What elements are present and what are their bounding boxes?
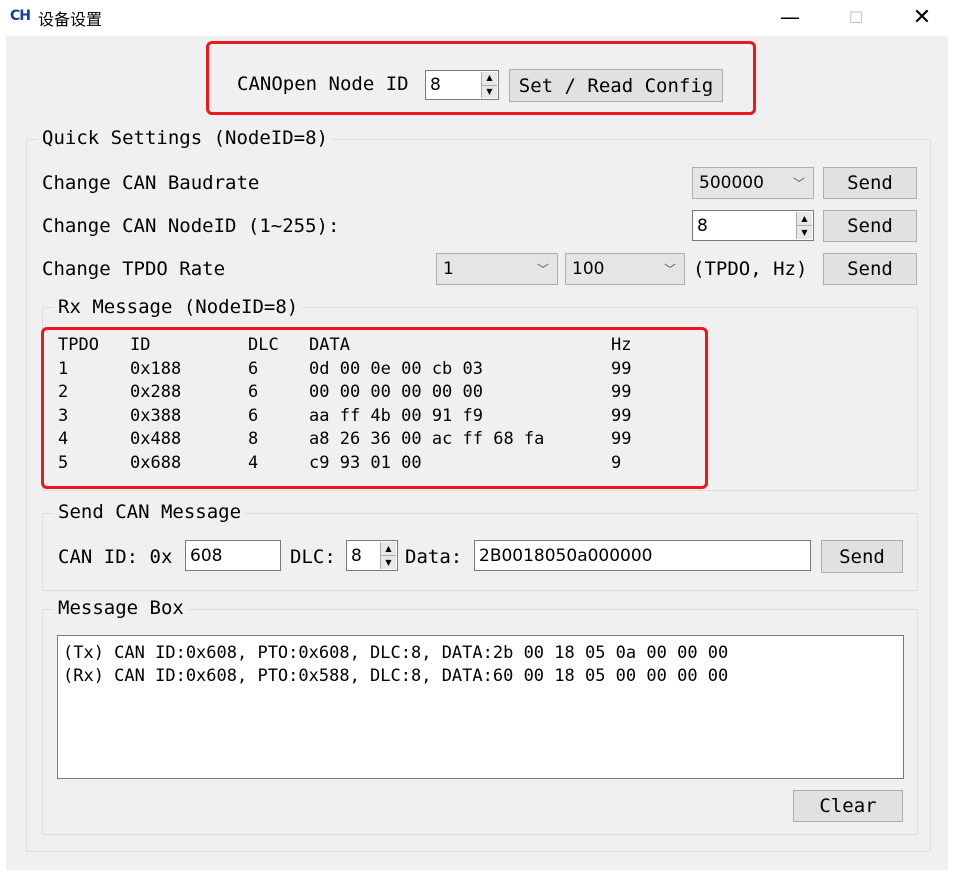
chevron-down-icon: ﹀ xyxy=(663,262,676,277)
table-row: 3 0x388 6 aa ff 4b 00 91 f9 99 xyxy=(58,405,658,429)
chevron-down-icon: ﹀ xyxy=(536,262,549,277)
quick-settings-title: Quick Settings (NodeID=8) xyxy=(38,127,332,149)
cell-hz: 99 xyxy=(611,405,632,426)
nodeid-change-label: Change CAN NodeID (1~255): xyxy=(42,215,340,237)
dlc-spinbox[interactable]: 8 ▲ ▼ xyxy=(346,540,398,571)
dlc-label: DLC: xyxy=(290,546,336,568)
tpdo-value: 1 xyxy=(443,259,454,279)
tpdo-rate-label: Change TPDO Rate xyxy=(42,258,226,280)
cell-hz: 99 xyxy=(611,358,632,379)
table-row: 2 0x288 6 00 00 00 00 00 00 99 xyxy=(58,381,658,405)
cell-tpdo: 4 xyxy=(58,429,69,449)
cell-dlc: 6 xyxy=(248,358,259,379)
header-tpdo: TPDO xyxy=(58,335,99,355)
cell-hz: 99 xyxy=(611,429,632,449)
header-hz: Hz xyxy=(611,335,632,355)
header-id: ID xyxy=(130,335,151,355)
cell-id: 0x388 xyxy=(130,405,182,426)
message-log[interactable]: (Tx) CAN ID:0x608, PTO:0x608, DLC:8, DAT… xyxy=(57,635,904,779)
cell-tpdo: 2 xyxy=(58,382,69,402)
header-data: DATA xyxy=(309,335,350,355)
send-baudrate-button[interactable]: Send xyxy=(823,167,917,199)
maximize-button[interactable]: ☐ xyxy=(826,0,886,34)
rx-table: TPDO ID DLC DATA Hz 1 0x188 6 0d 00 0e 0… xyxy=(58,334,658,475)
send-nodeid-button[interactable]: Send xyxy=(823,210,917,242)
minimize-button[interactable]: — xyxy=(760,0,820,34)
cell-id: 0x488 xyxy=(130,429,182,449)
cell-data: 00 00 00 00 00 00 xyxy=(309,382,483,402)
spin-down-icon[interactable]: ▼ xyxy=(797,225,812,239)
baudrate-label: Change CAN Baudrate xyxy=(42,172,260,194)
table-row: 4 0x488 8 a8 26 36 00 ac ff 68 fa 99 xyxy=(58,428,658,452)
set-read-config-button[interactable]: Set / Read Config xyxy=(509,69,723,102)
node-id-spin-buttons[interactable]: ▲ ▼ xyxy=(481,72,497,98)
cell-hz: 9 xyxy=(611,452,622,473)
baudrate-select[interactable]: 500000 ﹀ xyxy=(692,167,814,199)
header-dlc: DLC xyxy=(248,335,279,355)
cell-id: 0x288 xyxy=(130,382,182,402)
window-title: 设备设置 xyxy=(38,10,103,29)
cell-data: aa ff 4b 00 91 f9 xyxy=(309,405,483,426)
cell-dlc: 6 xyxy=(248,405,259,426)
baudrate-value: 500000 xyxy=(699,173,764,193)
cell-tpdo: 1 xyxy=(58,358,69,379)
cell-data: c9 93 01 00 xyxy=(309,452,422,473)
dlc-value: 8 xyxy=(351,545,362,566)
data-input[interactable]: 2B0018050a000000 xyxy=(474,540,811,571)
cell-dlc: 4 xyxy=(248,452,259,473)
node-id-label: CANOpen Node ID xyxy=(237,73,409,95)
app-icon: CH xyxy=(10,8,31,24)
data-value: 2B0018050a000000 xyxy=(479,545,653,566)
cell-id: 0x188 xyxy=(130,358,182,379)
send-message-button[interactable]: Send xyxy=(821,540,903,573)
cell-tpdo: 3 xyxy=(58,405,69,426)
can-id-value: 608 xyxy=(190,545,223,566)
spin-up-icon[interactable]: ▲ xyxy=(797,212,812,225)
rx-header-row: TPDO ID DLC DATA Hz xyxy=(58,334,658,358)
spin-down-icon[interactable]: ▼ xyxy=(381,555,396,569)
close-button[interactable]: ✕ xyxy=(892,0,952,34)
data-label: Data: xyxy=(405,546,463,568)
send-tpdo-rate-button[interactable]: Send xyxy=(823,253,917,285)
can-id-label: CAN ID: 0x xyxy=(58,546,173,568)
spin-up-icon[interactable]: ▲ xyxy=(482,72,497,85)
send-can-title: Send CAN Message xyxy=(54,501,246,523)
node-id-value: 8 xyxy=(430,75,441,95)
rate-value: 100 xyxy=(572,259,605,279)
node-id-spinbox[interactable]: 8 ▲ ▼ xyxy=(425,70,499,100)
cell-data: a8 26 36 00 ac ff 68 fa xyxy=(309,429,545,449)
spin-up-icon[interactable]: ▲ xyxy=(381,542,396,555)
tpdo-unit-label: (TPDO, Hz) xyxy=(693,258,808,280)
title-bar: CH 设备设置 — ☐ ✕ xyxy=(0,0,954,36)
cell-dlc: 6 xyxy=(248,382,259,402)
nodeid-change-spinbox[interactable]: 8 ▲ ▼ xyxy=(692,210,814,241)
clear-button[interactable]: Clear xyxy=(793,790,903,822)
rx-message-title: Rx Message (NodeID=8) xyxy=(54,296,303,318)
can-id-input[interactable]: 608 xyxy=(185,540,281,571)
log-line: (Tx) CAN ID:0x608, PTO:0x608, DLC:8, DAT… xyxy=(63,643,729,663)
cell-id: 0x688 xyxy=(130,452,182,473)
table-row: 5 0x688 4 c9 93 01 00 9 xyxy=(58,452,658,476)
nodeid-spin-buttons[interactable]: ▲ ▼ xyxy=(796,212,812,239)
cell-data: 0d 00 0e 00 cb 03 xyxy=(309,358,483,379)
message-box-title: Message Box xyxy=(54,597,188,619)
tpdo-select[interactable]: 1 ﹀ xyxy=(436,253,558,285)
cell-hz: 99 xyxy=(611,382,632,402)
spin-down-icon[interactable]: ▼ xyxy=(482,84,497,99)
cell-dlc: 8 xyxy=(248,429,259,449)
nodeid-change-value: 8 xyxy=(697,215,708,236)
log-line: (Rx) CAN ID:0x608, PTO:0x588, DLC:8, DAT… xyxy=(63,666,729,686)
table-row: 1 0x188 6 0d 00 0e 00 cb 03 99 xyxy=(58,358,658,382)
dlc-spin-buttons[interactable]: ▲ ▼ xyxy=(380,542,396,569)
cell-tpdo: 5 xyxy=(58,452,69,473)
rate-select[interactable]: 100 ﹀ xyxy=(565,253,685,285)
chevron-down-icon: ﹀ xyxy=(792,176,805,191)
